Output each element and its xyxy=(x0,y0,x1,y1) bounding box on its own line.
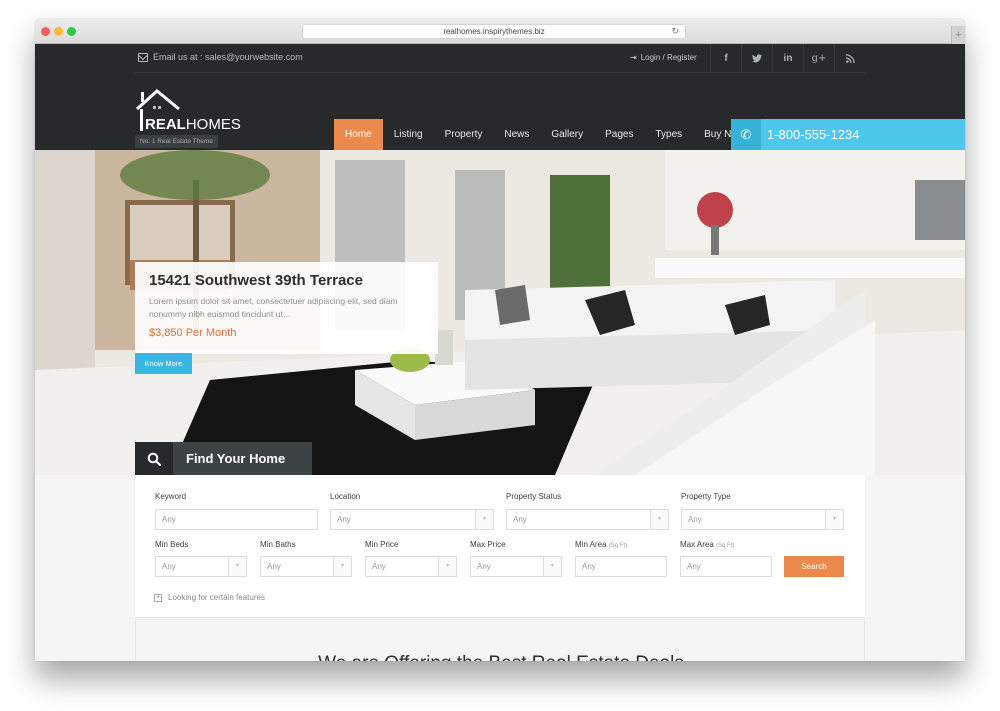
chevron-down-icon: ▾ xyxy=(333,557,351,576)
min-area-label-text: Min Area xyxy=(575,540,607,549)
property-status-label: Property Status xyxy=(506,492,562,501)
maximize-window-button[interactable] xyxy=(67,27,76,36)
phone-icon: ✆ xyxy=(731,119,761,150)
social-links: f in g+ xyxy=(710,44,865,73)
chevron-down-icon: ▾ xyxy=(438,557,456,576)
nav-property[interactable]: Property xyxy=(434,119,494,150)
chevron-down-icon: ▾ xyxy=(543,557,561,576)
min-price-label: Min Price xyxy=(365,540,399,549)
property-status-select[interactable]: Any ▾ xyxy=(506,509,669,530)
featured-property-card: 15421 Southwest 39th Terrace Lorem ipsum… xyxy=(135,262,438,354)
keyword-input[interactable]: Any xyxy=(155,509,318,530)
nav-news[interactable]: News xyxy=(493,119,540,150)
login-register-label: Login / Register xyxy=(640,53,697,62)
logo-wordmark: REALHOMES xyxy=(145,116,241,133)
max-area-label-text: Max Area xyxy=(680,540,714,549)
new-tab-button[interactable]: + xyxy=(951,26,965,44)
max-area-label: Max Area (Sq Ft) xyxy=(680,540,734,549)
property-type-value: Any xyxy=(688,515,702,524)
location-select[interactable]: Any ▾ xyxy=(330,509,494,530)
reload-icon[interactable]: ↻ xyxy=(671,25,679,38)
features-toggle[interactable]: + Looking for certain features xyxy=(154,593,265,602)
min-price-value: Any xyxy=(372,562,386,571)
top-bar: Email us at : sales@yourwebsite.com ⇥ Lo… xyxy=(135,44,865,73)
nav-pages[interactable]: Pages xyxy=(594,119,644,150)
max-area-unit: (Sq Ft) xyxy=(716,543,735,549)
max-price-label: Max Price xyxy=(470,540,506,549)
min-area-unit: (Sq Ft) xyxy=(608,543,628,549)
nav-home[interactable]: Home xyxy=(334,119,383,150)
nav-gallery[interactable]: Gallery xyxy=(540,119,594,150)
minimize-window-button[interactable] xyxy=(54,27,63,36)
chevron-down-icon: ▾ xyxy=(475,510,493,529)
url-text: realhomes.inspirythemes.biz xyxy=(443,27,545,36)
section-title: We are Offering the Best Real Estate Dea… xyxy=(136,653,866,661)
main-nav: Home Listing Property News Gallery Pages… xyxy=(334,119,755,150)
min-beds-value: Any xyxy=(162,562,176,571)
know-more-button[interactable]: Know More xyxy=(135,353,192,374)
min-price-select[interactable]: Any ▾ xyxy=(365,556,457,577)
property-type-label: Property Type xyxy=(681,492,731,501)
property-status-value: Any xyxy=(513,515,527,524)
hero-slider: 15421 Southwest 39th Terrace Lorem ipsum… xyxy=(35,150,965,475)
features-toggle-label: Looking for certain features xyxy=(168,593,265,602)
expand-plus-icon: + xyxy=(154,593,162,602)
logo-tagline: No. 1 Real Estate Theme xyxy=(135,135,218,148)
chevron-down-icon: ▾ xyxy=(650,510,668,529)
min-baths-value: Any xyxy=(267,562,281,571)
site-logo[interactable]: REALHOMES No. 1 Real Estate Theme xyxy=(135,89,245,149)
find-your-home-label: Find Your Home xyxy=(186,451,286,466)
nav-types[interactable]: Types xyxy=(644,119,693,150)
linkedin-icon[interactable]: in xyxy=(772,44,803,73)
min-area-input[interactable]: Any xyxy=(575,556,667,577)
browser-window: realhomes.inspirythemes.biz ↻ + Email us… xyxy=(35,19,965,661)
address-bar[interactable]: realhomes.inspirythemes.biz ↻ xyxy=(302,24,686,39)
contact-email: Email us at : sales@yourwebsite.com xyxy=(138,52,303,62)
chevron-down-icon: ▾ xyxy=(825,510,843,529)
facebook-icon[interactable]: f xyxy=(710,44,741,73)
email-text[interactable]: Email us at : sales@yourwebsite.com xyxy=(153,52,303,62)
site-header: Email us at : sales@yourwebsite.com ⇥ Lo… xyxy=(35,44,965,150)
logo-bold-text: REAL xyxy=(145,116,186,133)
keyword-label: Keyword xyxy=(155,492,187,501)
location-label: Location xyxy=(330,492,361,501)
twitter-icon[interactable] xyxy=(741,44,772,73)
min-area-placeholder: Any xyxy=(582,562,596,571)
find-your-home-tab: Find Your Home xyxy=(135,442,312,475)
property-price: $3,850 Per Month xyxy=(149,327,237,339)
rss-icon[interactable] xyxy=(834,44,865,73)
envelope-icon xyxy=(138,52,148,62)
min-beds-select[interactable]: Any ▾ xyxy=(155,556,247,577)
property-search-form: Keyword Any Location Any ▾ Property Stat… xyxy=(135,475,865,618)
nav-listing[interactable]: Listing xyxy=(383,119,434,150)
sign-in-icon: ⇥ xyxy=(630,53,637,62)
browser-toolbar: realhomes.inspirythemes.biz ↻ + xyxy=(35,19,965,44)
min-area-label: Min Area (Sq Ft) xyxy=(575,540,627,549)
max-price-value: Any xyxy=(477,562,491,571)
phone-number: 1-800-555-1234 xyxy=(767,127,860,142)
property-title[interactable]: 15421 Southwest 39th Terrace xyxy=(149,272,424,289)
keyword-placeholder: Any xyxy=(162,515,176,524)
location-value: Any xyxy=(337,515,351,524)
google-plus-icon[interactable]: g+ xyxy=(803,44,834,73)
property-type-select[interactable]: Any ▾ xyxy=(681,509,844,530)
max-area-input[interactable]: Any xyxy=(680,556,772,577)
login-register-link[interactable]: ⇥ Login / Register xyxy=(630,53,697,62)
search-icon xyxy=(135,442,173,475)
phone-contact[interactable]: ✆ 1-800-555-1234 xyxy=(731,119,965,150)
close-window-button[interactable] xyxy=(41,27,50,36)
search-button[interactable]: Search xyxy=(784,556,844,577)
min-baths-select[interactable]: Any ▾ xyxy=(260,556,352,577)
logo-light-text: HOMES xyxy=(185,116,241,133)
property-description: Lorem ipsum dolor sit amet, consectetuer… xyxy=(149,296,398,319)
min-beds-label: Min Beds xyxy=(155,540,189,549)
max-price-select[interactable]: Any ▾ xyxy=(470,556,562,577)
chevron-down-icon: ▾ xyxy=(228,557,246,576)
offers-section: We are Offering the Best Real Estate Dea… xyxy=(135,618,865,661)
max-area-placeholder: Any xyxy=(687,562,701,571)
min-baths-label: Min Baths xyxy=(260,540,296,549)
